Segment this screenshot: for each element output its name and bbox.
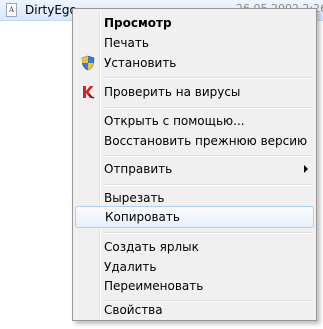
menu-item-label: Просмотр — [104, 16, 172, 30]
menu-item-label: Восстановить прежнюю версию — [104, 134, 308, 148]
menu-item-restore-previous[interactable]: Восстановить прежнюю версию — [75, 130, 314, 152]
menu-item-label: Вырезать — [104, 191, 165, 205]
menu-item-label: Установить — [104, 56, 177, 70]
menu-separator — [103, 77, 313, 79]
menu-separator — [103, 232, 313, 234]
menu-item-label: Отправить — [104, 162, 173, 176]
menu-item-send-to[interactable]: Отправить — [75, 158, 314, 180]
menu-item-open-with[interactable]: Открыть с помощью... — [75, 110, 314, 132]
menu-item-label: Копировать — [105, 210, 180, 224]
menu-item-install[interactable]: Установить — [75, 52, 314, 74]
menu-separator — [103, 155, 313, 157]
submenu-arrow-icon — [304, 165, 308, 173]
menu-item-label: Создать ярлык — [104, 240, 199, 254]
menu-item-label: Печать — [104, 36, 149, 50]
menu-item-rename[interactable]: Переименовать — [75, 275, 314, 297]
menu-item-copy[interactable]: Копировать — [75, 206, 314, 228]
menu-separator — [103, 107, 313, 109]
kaspersky-icon — [80, 84, 96, 100]
uac-shield-icon — [80, 55, 96, 71]
menu-item-scan-virus[interactable]: Проверить на вирусы — [75, 81, 314, 103]
context-menu: Просмотр Печать Установить Проверить на … — [72, 8, 317, 321]
menu-item-label: Переименовать — [104, 279, 204, 293]
menu-item-label: Удалить — [104, 260, 157, 274]
menu-item-label: Проверить на вирусы — [104, 85, 241, 99]
menu-item-create-shortcut[interactable]: Создать ярлык — [75, 236, 314, 258]
menu-item-preview[interactable]: Просмотр — [75, 12, 314, 34]
menu-separator — [103, 184, 313, 186]
menu-item-label: Открыть с помощью... — [104, 114, 245, 128]
file-name: DirtyEgo — [25, 3, 77, 17]
menu-item-label: Свойства — [104, 303, 163, 317]
font-file-icon: A — [6, 3, 17, 17]
menu-item-print[interactable]: Печать — [75, 32, 314, 54]
menu-item-properties[interactable]: Свойства — [75, 301, 314, 320]
